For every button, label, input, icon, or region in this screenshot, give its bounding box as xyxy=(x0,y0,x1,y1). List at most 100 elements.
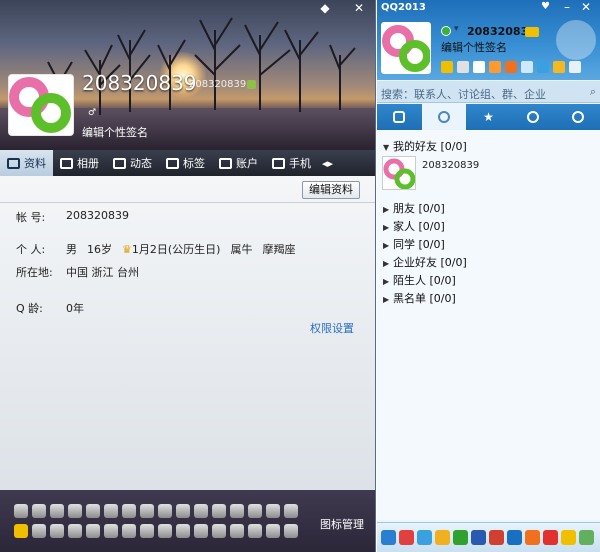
service-icon[interactable] xyxy=(14,504,28,518)
weibo-icon[interactable] xyxy=(507,530,522,545)
qq-signature[interactable]: 编辑个性签名 xyxy=(441,39,507,55)
tab-recent[interactable] xyxy=(555,104,600,130)
service-icon[interactable] xyxy=(248,504,262,518)
tab-album[interactable]: 相册 xyxy=(53,150,106,176)
skin-icon[interactable]: ♥ xyxy=(541,1,550,12)
qage-row: Q 龄: 0年 xyxy=(16,300,84,316)
game-icon[interactable] xyxy=(521,61,533,73)
service-icon[interactable] xyxy=(176,524,190,538)
group-enterprise[interactable]: ▶ 企业好友 [0/0] xyxy=(383,254,467,270)
service-icon[interactable] xyxy=(266,524,280,538)
service-icon[interactable] xyxy=(284,504,298,518)
tencent-icon[interactable] xyxy=(525,530,540,545)
account-value: 208320839 xyxy=(66,209,129,222)
group-family[interactable]: ▶ 家人 [0/0] xyxy=(383,218,445,234)
search-icon[interactable]: ⌕ xyxy=(590,85,596,99)
service-icon[interactable] xyxy=(284,524,298,538)
tab-phone[interactable]: 手机 xyxy=(265,150,318,176)
service-icon[interactable] xyxy=(50,524,64,538)
mail-icon[interactable] xyxy=(473,61,485,73)
apps-icon[interactable] xyxy=(579,530,594,545)
tab-label: 相册 xyxy=(77,157,99,170)
shield-icon[interactable] xyxy=(543,530,558,545)
zone-icon[interactable] xyxy=(457,61,469,73)
tab-groups[interactable] xyxy=(511,104,556,130)
plus-icon[interactable] xyxy=(569,61,581,73)
main-menu-icon[interactable] xyxy=(381,530,396,545)
video-icon[interactable] xyxy=(453,530,468,545)
online-status-icon[interactable] xyxy=(441,26,451,36)
service-icon[interactable] xyxy=(50,504,64,518)
group-my-friends[interactable]: ▼ 我的好友 [0/0] xyxy=(383,138,467,154)
wallet-icon[interactable] xyxy=(489,61,501,73)
music-icon[interactable] xyxy=(537,61,549,73)
service-icon[interactable] xyxy=(230,504,244,518)
minimize-icon[interactable]: – xyxy=(564,0,570,14)
tab-label: 动态 xyxy=(130,157,152,170)
location-label: 所在地: xyxy=(16,266,53,279)
qq-avatar[interactable] xyxy=(381,22,431,74)
signature-edit[interactable]: 编辑个性签名 xyxy=(82,124,148,140)
phone-icon xyxy=(272,157,285,169)
service-icon[interactable] xyxy=(68,524,82,538)
pet-icon[interactable] xyxy=(553,61,565,73)
tab-chat[interactable] xyxy=(377,104,422,130)
shopping-icon[interactable] xyxy=(505,61,517,73)
group-blacklist[interactable]: ▶ 黑名单 [0/0] xyxy=(383,290,456,306)
service-icon[interactable] xyxy=(104,504,118,518)
service-icon[interactable] xyxy=(212,524,226,538)
group-count: [0/0] xyxy=(429,274,456,287)
permission-settings-link[interactable]: 权限设置 xyxy=(310,320,354,336)
service-icon[interactable] xyxy=(230,524,244,538)
avatar[interactable] xyxy=(8,74,74,136)
service-icon[interactable] xyxy=(248,524,262,538)
tab-feed[interactable]: 动态 xyxy=(106,150,159,176)
search-input[interactable]: 搜索：联系人、讨论组、群、企业 xyxy=(377,81,600,103)
service-icon[interactable] xyxy=(194,524,208,538)
pet-icon[interactable] xyxy=(435,530,450,545)
service-icon[interactable] xyxy=(140,504,154,518)
service-icon[interactable] xyxy=(158,504,172,518)
stock-icon[interactable] xyxy=(489,530,504,545)
close-icon[interactable]: ✕ xyxy=(352,2,366,14)
service-icon[interactable] xyxy=(194,504,208,518)
status-dropdown-icon[interactable]: ▾ xyxy=(454,24,459,34)
group-strangers[interactable]: ▶ 陌生人 [0/0] xyxy=(383,272,456,288)
service-icon[interactable] xyxy=(68,504,82,518)
service-icon[interactable] xyxy=(104,524,118,538)
service-icon[interactable] xyxy=(212,504,226,518)
game-icon[interactable] xyxy=(561,530,576,545)
qzone-icon[interactable] xyxy=(399,530,414,545)
tab-profile[interactable]: 资料 xyxy=(0,150,53,176)
birthday-value: ♛1月2日(公历生日) xyxy=(122,241,220,257)
icon-manage-link[interactable]: 图标管理 xyxy=(320,516,364,532)
service-icon[interactable] xyxy=(158,524,172,538)
service-icon[interactable] xyxy=(32,524,46,538)
music-icon[interactable] xyxy=(471,530,486,545)
service-icon[interactable] xyxy=(32,504,46,518)
tab-scroll-arrows[interactable]: ◂▸ xyxy=(318,150,337,176)
weather-icon[interactable] xyxy=(556,20,596,60)
star-icon[interactable] xyxy=(441,61,453,73)
close-icon[interactable]: ✕ xyxy=(581,0,591,14)
group-friends[interactable]: ▶ 朋友 [0/0] xyxy=(383,200,445,216)
service-icon[interactable] xyxy=(266,504,280,518)
star-icon[interactable] xyxy=(14,524,28,538)
edit-profile-button[interactable]: 编辑资料 xyxy=(302,181,360,199)
service-icon[interactable] xyxy=(176,504,190,518)
profile-uid-secondary: 208320839 xyxy=(189,79,247,90)
service-icon[interactable] xyxy=(86,524,100,538)
tab-favorites[interactable]: ★ xyxy=(466,104,511,130)
tab-account[interactable]: 账户 xyxy=(212,150,265,176)
service-icon[interactable] xyxy=(122,524,136,538)
tab-contacts[interactable] xyxy=(421,104,467,130)
friend-item[interactable]: 208320839 xyxy=(382,156,479,190)
tab-tags[interactable]: 标签 xyxy=(159,150,212,176)
browser-icon[interactable] xyxy=(417,530,432,545)
service-icon[interactable] xyxy=(86,504,100,518)
group-classmates[interactable]: ▶ 同学 [0/0] xyxy=(383,236,445,252)
service-icon[interactable] xyxy=(122,504,136,518)
skin-icon[interactable]: ◆ xyxy=(318,2,332,14)
service-icon[interactable] xyxy=(140,524,154,538)
avatar-rings-icon xyxy=(9,77,71,133)
